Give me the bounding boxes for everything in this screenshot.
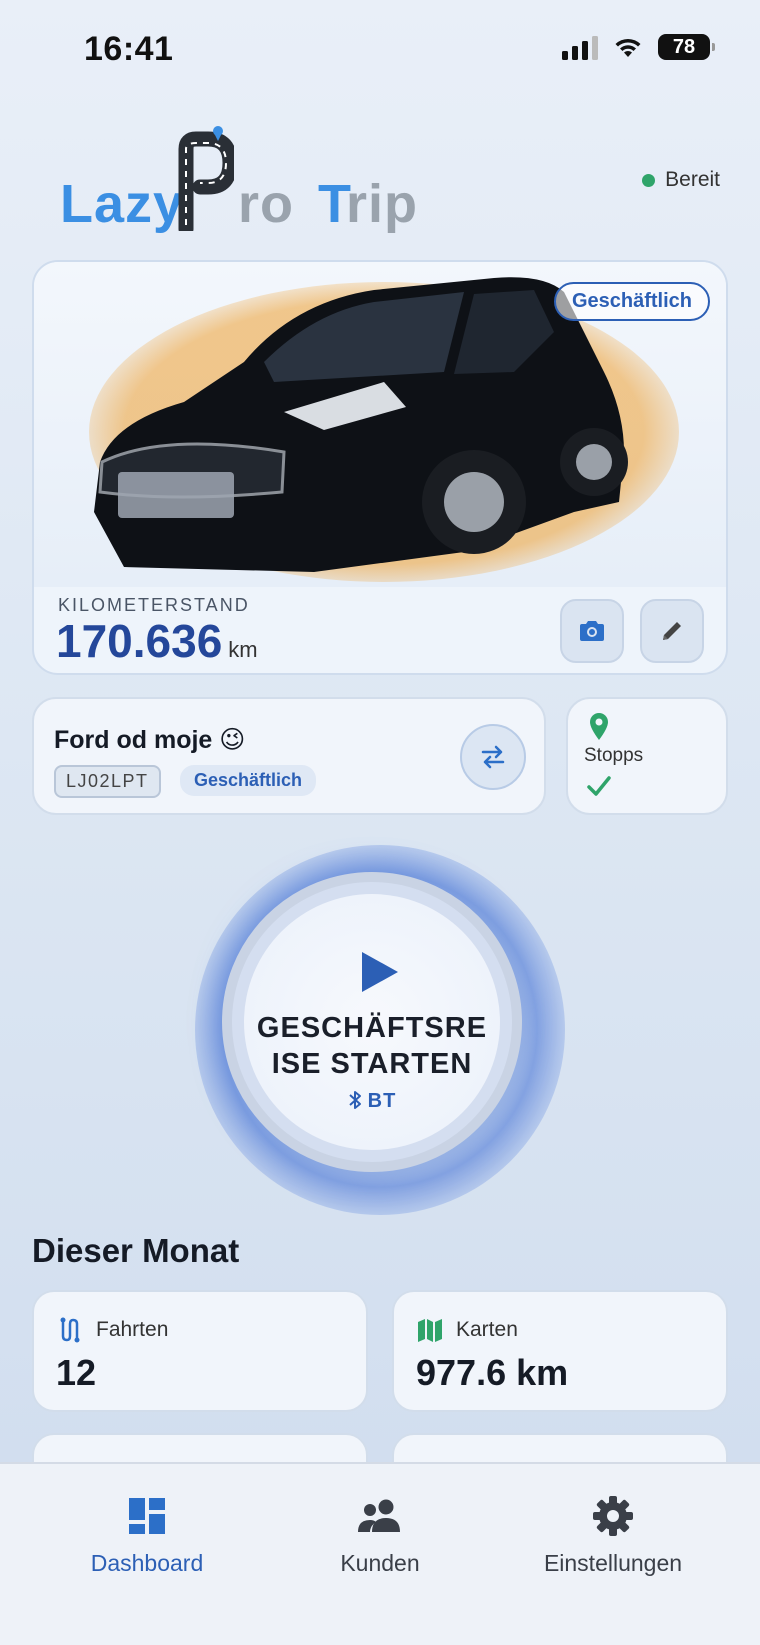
gear-icon: [593, 1496, 633, 1536]
nav-item-customers[interactable]: Kunden: [260, 1494, 500, 1577]
map-icon: [418, 1319, 442, 1342]
battery-icon: 78: [658, 34, 715, 60]
bluetooth-indicator: BT: [222, 1090, 522, 1113]
route-icon: [60, 1317, 80, 1343]
stops-card[interactable]: Stopps: [566, 697, 728, 815]
vehicle-selector-card[interactable]: Ford od moje 😉 LJ02LPT Geschäftlich: [32, 697, 546, 815]
logo-text-lazy: Lazy: [60, 174, 185, 234]
car-photo: Geschäftlich: [34, 262, 726, 587]
stat-label: Fahrten: [96, 1318, 169, 1341]
bottom-navigation: Dashboard Kunden Einstellungen: [0, 1462, 760, 1645]
start-button-label: GESCHÄFTSRE ISE STARTEN: [222, 1010, 522, 1082]
swap-arrows-icon: [481, 745, 505, 769]
stat-card-distance[interactable]: Karten 977.6 km: [392, 1290, 728, 1412]
odometer-label: KILOMETERSTAND: [58, 595, 250, 615]
stat-card-trips[interactable]: Fahrten 12: [32, 1290, 368, 1412]
signal-icon: [562, 34, 598, 60]
map-pin-icon: [590, 713, 608, 740]
business-badge: Geschäftlich: [553, 282, 710, 321]
start-label-line1: GESCHÄFTSRE: [256, 1012, 488, 1044]
license-plate: LJ02LPT: [54, 765, 161, 798]
pencil-icon: [663, 622, 681, 640]
edit-odometer-button[interactable]: [640, 599, 704, 663]
app-logo: Lazy ro T rip: [60, 125, 417, 235]
trip-type-tag: Geschäftlich: [180, 765, 317, 796]
nav-label: Kunden: [340, 1550, 420, 1576]
stat-label: Karten: [456, 1318, 518, 1341]
logo-text-ro: ro: [238, 174, 294, 234]
logo-text-rip: rip: [346, 174, 419, 234]
wifi-icon: [615, 38, 641, 57]
vehicle-card[interactable]: Geschäftlich KILOMETERSTAND 170.636 km: [32, 260, 728, 675]
bluetooth-label: BT: [367, 1090, 397, 1112]
status-dot: [642, 173, 656, 187]
users-icon: [358, 1499, 400, 1532]
status-label: Bereit: [665, 168, 720, 191]
play-icon: [362, 952, 398, 992]
nav-label: Einstellungen: [543, 1550, 683, 1576]
nav-item-dashboard[interactable]: Dashboard: [27, 1494, 267, 1577]
nav-item-settings[interactable]: Einstellungen: [493, 1494, 733, 1577]
odometer-value: 170.636 km: [56, 614, 258, 668]
ready-status: Bereit: [642, 168, 720, 192]
status-bar: 16:41 78: [0, 0, 760, 100]
odometer-unit: km: [228, 637, 258, 662]
vehicle-name: Ford od moje 😉: [54, 726, 246, 754]
stops-label: Stopps: [584, 745, 644, 766]
camera-icon: [580, 621, 604, 641]
nav-label: Dashboard: [90, 1550, 204, 1576]
status-time: 16:41: [84, 30, 174, 68]
start-label-line2: ISE STARTEN: [271, 1048, 473, 1080]
check-icon: [587, 776, 611, 796]
dashboard-icon: [129, 1498, 165, 1534]
camera-button[interactable]: [560, 599, 624, 663]
stat-value: 12: [56, 1352, 97, 1393]
stat-value: 977.6 km: [416, 1352, 569, 1393]
section-title-this-month: Dieser Monat: [32, 1232, 240, 1269]
road-p-logo-icon: [178, 126, 234, 231]
swap-vehicle-button[interactable]: [460, 724, 526, 790]
odometer-number: 170.636: [56, 615, 223, 667]
bluetooth-icon: [348, 1091, 361, 1109]
status-indicators: 78: [562, 34, 715, 60]
